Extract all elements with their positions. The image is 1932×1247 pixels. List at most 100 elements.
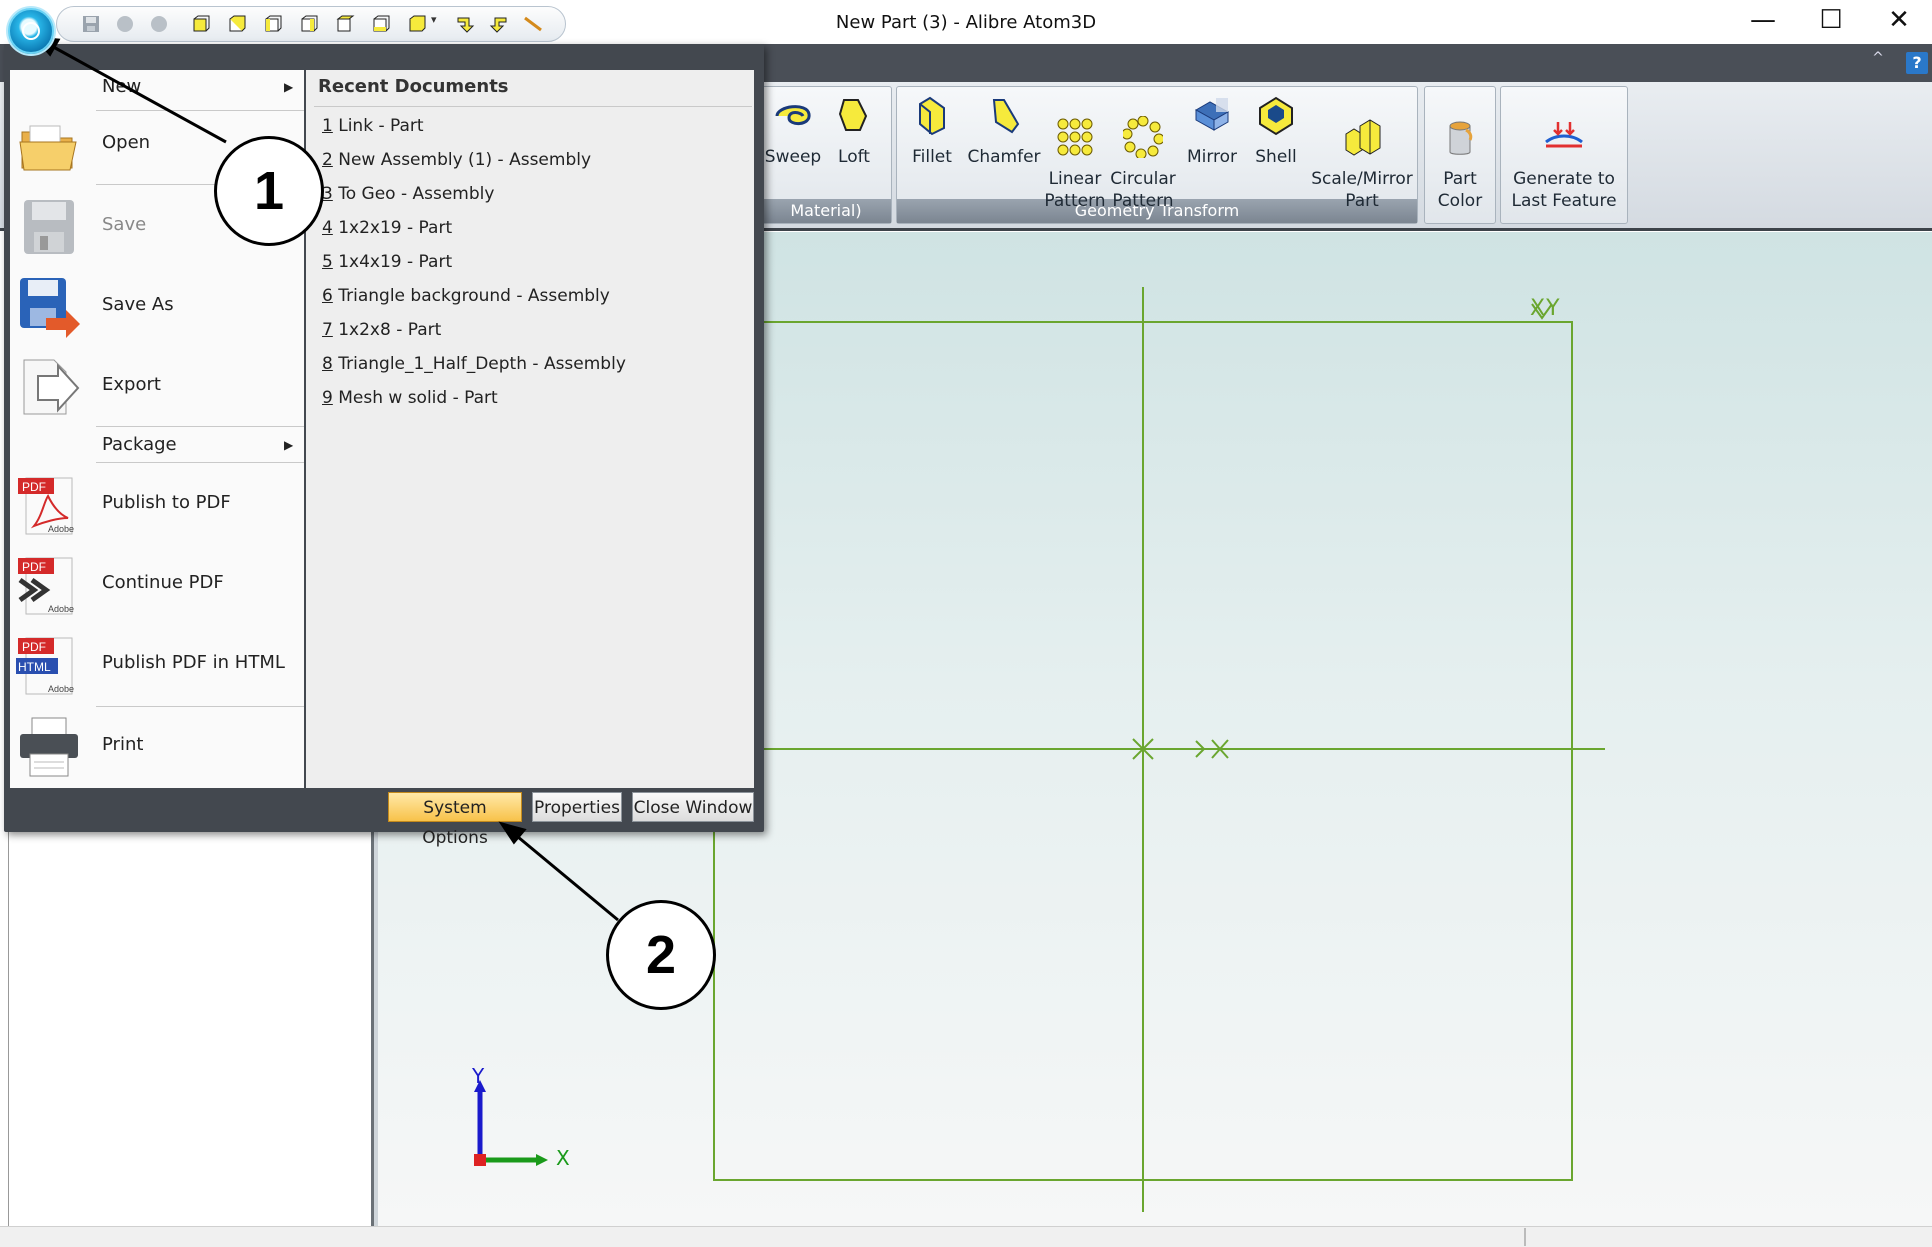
pdf-html-icon: PDF HTML Adobe [16,637,74,695]
svg-text:PDF: PDF [22,640,46,654]
recent-document-item[interactable]: 7 1x2x8 - Part [322,320,441,340]
view-front-icon[interactable] [191,14,211,34]
mirror-button[interactable]: Mirror [1180,94,1244,168]
mirror-icon [1194,98,1230,131]
annotation-callout-1: 1 [214,136,324,246]
package-menu-item[interactable]: Package [102,434,177,455]
continue-pdf-menu-item[interactable]: PDF Adobe Continue PDF [10,544,304,624]
view-bottom-icon[interactable] [371,14,391,34]
close-window-menu-button[interactable]: Close Window [632,792,754,822]
new-menu-item[interactable]: New [102,76,141,97]
sketch-line-icon[interactable] [523,14,543,34]
scale-mirror-part-button[interactable]: Scale/Mirror Part [1308,94,1416,234]
fillet-label: Fillet [912,147,952,167]
part-color-button[interactable]: Part Color [1428,94,1492,234]
recent-document-item[interactable]: 5 1x4x19 - Part [322,252,452,272]
minimize-button[interactable]: — [1730,2,1796,38]
shell-label: Shell [1255,147,1297,167]
normal-to-icon[interactable] [455,14,475,34]
undo-icon[interactable] [115,14,135,34]
export-icon [23,359,80,415]
ribbon-group-label: Material) [761,199,891,223]
application-menu-button[interactable] [8,8,54,54]
annotation-callout-2: 2 [606,900,716,1010]
sweep-label: Sweep [764,147,822,167]
linear-pattern-icon [1057,118,1093,156]
fillet-button[interactable]: Fillet [902,94,962,168]
recent-document-item[interactable]: 1 Link - Part [322,116,424,136]
linear-pattern-label: Linear Pattern [1044,169,1106,211]
save-label: Save [102,214,147,235]
mirror-label: Mirror [1186,147,1238,167]
svg-text:PDF: PDF [22,480,46,494]
maximize-button[interactable]: ☐ [1798,2,1864,38]
loft-icon [838,99,868,131]
view-isometric-icon[interactable] [407,14,427,34]
publish-to-pdf-menu-item[interactable]: PDF Adobe Publish to PDF [10,464,304,544]
submenu-arrow-icon: ▶ [284,80,294,94]
export-label: Export [102,374,161,395]
chamfer-icon [992,99,1020,134]
scale-mirror-part-icon [1345,119,1381,156]
axis-y-label: Y [472,1064,485,1088]
view-right-icon[interactable] [299,14,319,34]
circular-pattern-button[interactable]: Circular Pattern [1108,94,1178,234]
svg-text:PDF: PDF [22,560,46,574]
recent-document-item[interactable]: 6 Triangle background - Assembly [322,286,610,306]
ribbon-collapse-icon[interactable]: ^ [1868,50,1888,70]
continue-pdf-label: Continue PDF [102,572,224,593]
fillet-icon [919,96,945,136]
rotate-view-icon[interactable] [489,14,509,34]
generate-to-last-feature-button[interactable]: Generate to Last Feature [1504,94,1624,234]
recent-documents-rule [314,106,752,107]
generate-feature-icon [1545,122,1583,148]
publish-to-pdf-label: Publish to PDF [102,492,231,513]
svg-text:Adobe: Adobe [48,524,74,534]
save-as-menu-item[interactable]: Save As [10,266,304,346]
publish-pdf-in-html-menu-item[interactable]: PDF HTML Adobe Publish PDF in HTML [10,624,304,704]
print-menu-item[interactable]: Print [10,706,304,786]
generate-to-last-feature-label: Generate to Last Feature [1511,169,1617,211]
circular-pattern-label: Circular Pattern [1110,169,1176,211]
recent-document-item[interactable]: 8 Triangle_1_Half_Depth - Assembly [322,354,626,374]
menu-separator [96,462,304,463]
recent-documents-heading: Recent Documents [318,76,509,97]
view-top-icon[interactable] [335,14,355,34]
view-back-icon[interactable] [227,14,247,34]
app-logo-icon [22,22,40,40]
recent-document-item[interactable]: 3 To Geo - Assembly [322,184,494,204]
loft-button[interactable]: Loft [826,94,882,168]
linear-pattern-button[interactable]: Linear Pattern [1042,94,1108,234]
quick-access-toolbar: ▾ [56,6,566,42]
view-dropdown-arrow-icon[interactable]: ▾ [431,13,437,26]
system-options-button[interactable]: System Options [388,792,522,848]
shell-button[interactable]: Shell [1248,94,1304,168]
pdf-icon: PDF Adobe [18,477,74,535]
axis-triad [474,1080,548,1166]
export-menu-item[interactable]: Export [10,346,304,426]
printer-icon [20,717,78,777]
close-window-button[interactable]: ✕ [1866,2,1932,38]
recent-document-item[interactable]: 2 New Assembly (1) - Assembly [322,150,591,170]
recent-document-item[interactable]: 9 Mesh w solid - Part [322,388,498,408]
loft-label: Loft [838,147,870,167]
publish-pdf-in-html-label: Publish PDF in HTML [102,652,285,673]
shell-icon [1259,96,1293,136]
view-left-icon[interactable] [263,14,283,34]
sweep-icon [775,105,811,125]
save-icon[interactable] [81,14,101,34]
open-label: Open [102,132,151,153]
folder-open-icon [19,125,77,171]
save-disk-icon [24,200,74,254]
scale-mirror-part-label: Scale/Mirror Part [1311,169,1413,211]
properties-button[interactable]: Properties [532,792,622,822]
recent-documents-panel [306,70,754,788]
plane-label: XY [1530,296,1561,321]
sweep-button[interactable]: Sweep [760,94,826,168]
status-bar-divider [1524,1228,1526,1246]
redo-icon[interactable] [149,14,169,34]
chamfer-button[interactable]: Chamfer [966,94,1042,168]
paint-bucket-icon [1449,121,1473,155]
help-button[interactable]: ? [1906,52,1928,74]
recent-document-item[interactable]: 4 1x2x19 - Part [322,218,452,238]
